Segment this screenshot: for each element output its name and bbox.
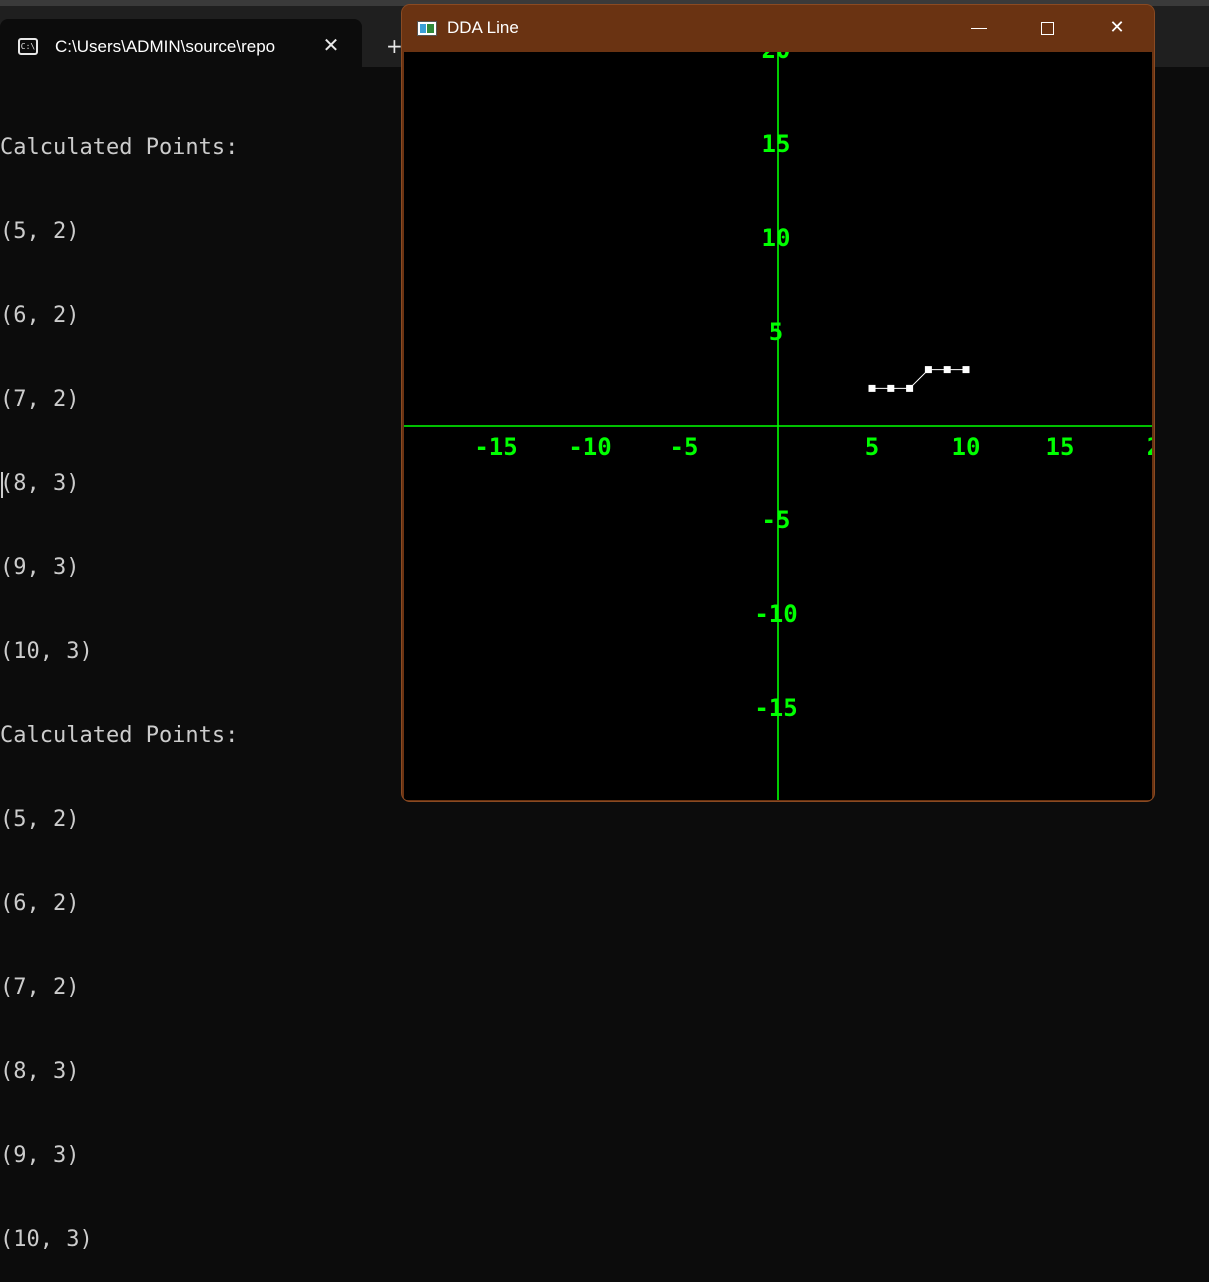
y-tick-label: -10 <box>754 600 797 628</box>
dda-plot: -15 -10 -5 5 10 15 2 20 15 10 5 -5 -10 -15 <box>404 52 1152 800</box>
terminal-line: (5, 2) <box>0 219 80 244</box>
terminal-output[interactable]: Calculated Points: (5, 2) (6, 2) (7, 2) … <box>0 78 400 1252</box>
x-tick-label: 15 <box>1046 433 1075 461</box>
maximize-icon <box>1040 21 1054 35</box>
terminal-line: (9, 3) <box>0 1143 80 1168</box>
dda-title-bar[interactable]: DDA Line ✕ <box>402 5 1154 52</box>
y-tick-label: -15 <box>754 694 797 722</box>
y-tick-label: 5 <box>769 318 783 346</box>
data-point <box>924 366 932 374</box>
terminal-line: (6, 2) <box>0 303 80 328</box>
maximize-button[interactable] <box>1014 5 1080 52</box>
data-point <box>943 366 951 374</box>
command-prompt-icon: C:\ <box>18 38 38 55</box>
terminal-line: Calculated Points: <box>0 723 239 748</box>
x-tick-label: 5 <box>865 433 879 461</box>
minimize-icon <box>971 27 987 29</box>
terminal-line: Calculated Points: <box>0 135 239 160</box>
y-tick-label: 10 <box>762 224 791 252</box>
data-point <box>887 384 895 392</box>
dda-line-window: DDA Line ✕ -15 -10 -5 5 10 15 2 20 15 10 5 -5 -10 -15 <box>401 4 1155 802</box>
data-point <box>962 366 970 374</box>
terminal-tab[interactable]: C:\ C:\Users\ADMIN\source\repo ✕ <box>0 19 362 73</box>
data-point <box>906 384 914 392</box>
dda-line-series <box>872 369 966 389</box>
x-tick-label: 10 <box>952 433 981 461</box>
x-tick-label: -10 <box>568 433 611 461</box>
plot-canvas[interactable]: -15 -10 -5 5 10 15 2 20 15 10 5 -5 -10 -15 <box>404 52 1152 800</box>
terminal-line: (7, 2) <box>0 387 80 412</box>
data-point <box>868 384 876 392</box>
terminal-line: (10, 3) <box>0 1227 93 1252</box>
close-button[interactable]: ✕ <box>1084 5 1150 52</box>
terminal-line: (8, 3) <box>0 1059 80 1084</box>
y-tick-label: -5 <box>762 506 791 534</box>
terminal-line: (8, 3) <box>0 471 80 496</box>
y-tick-label: 15 <box>762 130 791 158</box>
x-tick-label: 2 <box>1147 433 1152 461</box>
terminal-line: (5, 2) <box>0 807 80 832</box>
x-tick-label: -5 <box>670 433 699 461</box>
y-tick-label: 20 <box>762 52 791 64</box>
terminal-tab-title: C:\Users\ADMIN\source\repo <box>55 37 276 56</box>
terminal-line: (9, 3) <box>0 555 80 580</box>
text-cursor <box>1 472 3 498</box>
window-title: DDA Line <box>447 18 519 37</box>
close-tab-icon[interactable]: ✕ <box>319 33 343 57</box>
minimize-button[interactable] <box>946 5 1012 52</box>
terminal-line: (6, 2) <box>0 891 80 916</box>
x-tick-label: -15 <box>474 433 517 461</box>
terminal-line: (7, 2) <box>0 975 80 1000</box>
terminal-line: (10, 3) <box>0 639 93 664</box>
app-window-icon <box>417 21 437 36</box>
